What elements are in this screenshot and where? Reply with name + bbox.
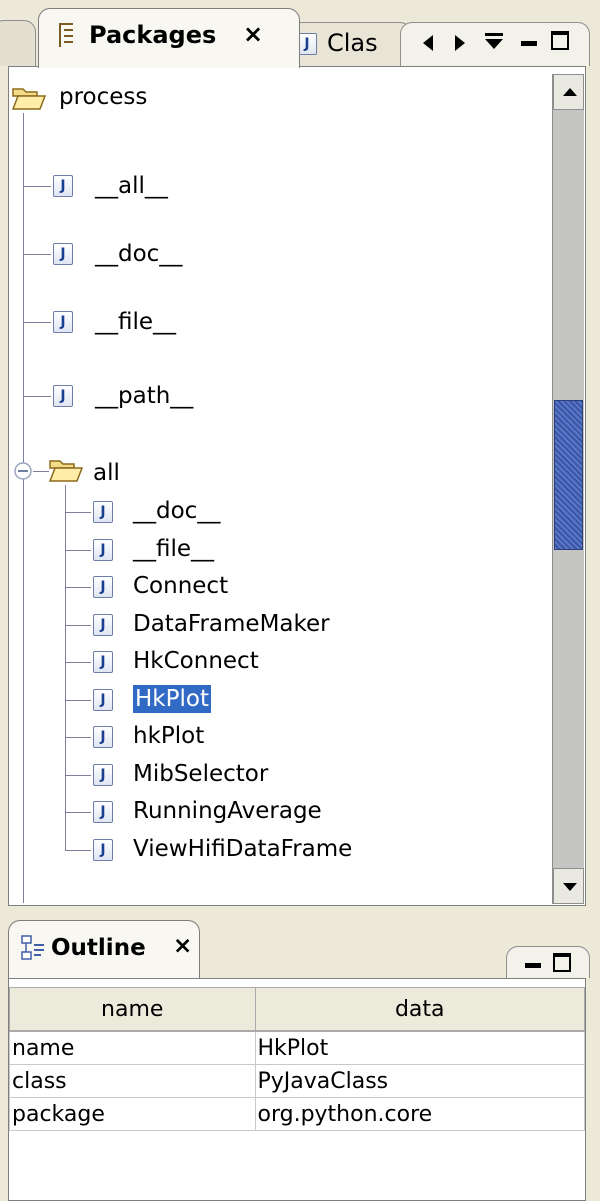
property-name-cell: name xyxy=(9,1030,256,1065)
tree-connector xyxy=(65,812,91,813)
tab-outline-label: Outline xyxy=(51,935,146,961)
tree-connector xyxy=(23,254,51,255)
close-icon[interactable]: × xyxy=(243,20,263,48)
close-icon[interactable]: × xyxy=(173,933,192,959)
tree-item-label[interactable]: __path__ xyxy=(95,382,193,410)
java-class-icon: J xyxy=(53,243,73,265)
column-header-name[interactable]: name xyxy=(9,987,256,1032)
package-icon xyxy=(57,23,75,47)
tree-connector xyxy=(23,396,51,397)
java-class-icon: J xyxy=(93,688,113,711)
java-class-icon: J xyxy=(93,726,113,748)
table-row[interactable]: class PyJavaClass xyxy=(9,1064,585,1098)
property-name-cell: package xyxy=(9,1097,256,1131)
tree-item-label[interactable]: MibSelector xyxy=(133,760,268,788)
java-class-icon: J xyxy=(53,311,73,333)
tab-class-label: Clas xyxy=(327,29,378,57)
minimize-icon[interactable] xyxy=(521,41,537,46)
folder-open-icon xyxy=(49,460,83,482)
java-class-icon: J xyxy=(93,801,113,823)
tree-guide-line xyxy=(23,113,24,903)
tree-connector xyxy=(65,737,91,738)
tree-connector xyxy=(65,549,91,551)
tree-item-label[interactable]: __all__ xyxy=(95,172,168,200)
scroll-down-button[interactable] xyxy=(553,868,584,904)
tree-item-label[interactable]: ViewHifiDataFrame xyxy=(133,835,352,863)
tab-packages-label: Packages xyxy=(89,21,217,49)
outline-view-controls xyxy=(506,946,590,978)
tree-all-label[interactable]: all xyxy=(93,459,120,487)
folder-open-icon xyxy=(12,88,46,110)
tree-item-label[interactable]: HkConnect xyxy=(133,647,259,675)
packages-tree: process J __all__ J __doc__ J __file__ J __path… xyxy=(8,66,586,906)
java-class-icon: J xyxy=(53,385,73,407)
tree-root-label[interactable]: process xyxy=(59,83,147,111)
tree-connector xyxy=(65,849,91,851)
maximize-icon[interactable] xyxy=(553,953,571,972)
tree-item-label[interactable]: __doc__ xyxy=(133,497,220,525)
tab-packages[interactable]: Packages × xyxy=(38,8,300,68)
tree-connector xyxy=(23,186,51,187)
outline-table: name data name HkPlot class PyJavaClass pack… xyxy=(9,987,585,1131)
table-row[interactable]: name HkPlot xyxy=(9,1030,585,1065)
tree-item-label[interactable]: __doc__ xyxy=(95,240,182,268)
collapse-toggle-icon[interactable] xyxy=(13,461,33,481)
chevron-right-icon[interactable] xyxy=(455,35,465,51)
outline-icon xyxy=(21,935,44,960)
tree-connector xyxy=(65,699,91,701)
java-class-icon: J xyxy=(93,613,113,636)
tab-class[interactable]: J Clas xyxy=(282,22,412,66)
tree-connector xyxy=(65,774,91,776)
scroll-thumb[interactable] xyxy=(554,400,583,550)
view-controls xyxy=(400,22,590,66)
tree-item-label[interactable]: __file__ xyxy=(95,308,176,336)
property-value-cell: org.python.core xyxy=(254,1097,585,1131)
tree-connector xyxy=(65,587,91,588)
view-menu-icon[interactable] xyxy=(485,33,503,53)
property-value-cell: HkPlot xyxy=(254,1030,585,1065)
tree-connector xyxy=(33,471,49,472)
arrow-down-icon xyxy=(563,883,577,891)
java-class-icon: J xyxy=(93,576,113,598)
tree-connector xyxy=(65,662,91,663)
tree-item-label[interactable]: DataFrameMaker xyxy=(133,610,330,638)
tree-item-label[interactable]: RunningAverage xyxy=(133,797,322,825)
java-class-icon: J xyxy=(93,501,113,523)
tree-connector xyxy=(65,624,91,626)
java-class-icon: J xyxy=(93,763,113,786)
scroll-up-button[interactable] xyxy=(553,74,584,110)
tree-item-label[interactable]: __file__ xyxy=(133,535,214,563)
java-class-icon: J xyxy=(93,651,113,673)
tree-connector xyxy=(23,322,51,323)
java-class-icon: J xyxy=(93,838,113,861)
property-value-cell: PyJavaClass xyxy=(254,1064,585,1098)
tab-outline[interactable]: Outline × xyxy=(8,920,200,978)
column-header-data[interactable]: data xyxy=(254,987,585,1032)
tree-item-label[interactable]: hkPlot xyxy=(133,722,204,750)
java-class-icon: J xyxy=(297,33,317,55)
chevron-left-icon[interactable] xyxy=(423,35,433,51)
tab-previous-view[interactable] xyxy=(0,20,36,66)
minimize-icon[interactable] xyxy=(525,963,541,968)
java-class-icon: J xyxy=(53,175,73,197)
tree-item-label-selected[interactable]: HkPlot xyxy=(133,684,211,713)
outline-table-body: name HkPlot class PyJavaClass package org.pyt… xyxy=(9,1030,585,1131)
table-row[interactable]: package org.python.core xyxy=(9,1097,585,1131)
tree-item-label[interactable]: Connect xyxy=(133,572,228,600)
vertical-scrollbar[interactable] xyxy=(552,74,584,904)
property-name-cell: class xyxy=(9,1064,256,1098)
maximize-icon[interactable] xyxy=(551,31,569,50)
java-class-icon: J xyxy=(93,538,113,561)
tree-guide-line xyxy=(65,485,66,850)
tree-connector xyxy=(65,512,91,513)
arrow-up-icon xyxy=(563,88,577,96)
outline-table-panel: name data name HkPlot class PyJavaClass pack… xyxy=(8,978,586,1201)
